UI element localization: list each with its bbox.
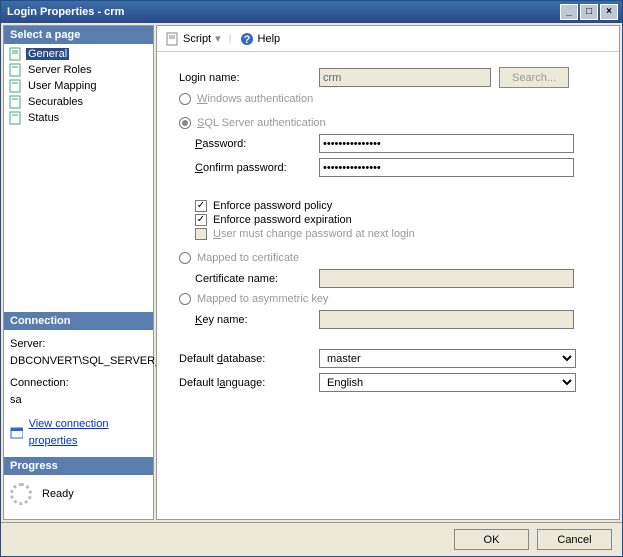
- titlebar[interactable]: Login Properties - crm _ □ ×: [1, 1, 622, 23]
- script-icon: [165, 32, 179, 46]
- server-label: Server:: [10, 336, 147, 353]
- server-value: DBCONVERT\SQL_SERVER_20: [10, 353, 147, 370]
- confirm-password-input[interactable]: [319, 158, 574, 177]
- enforce-expiration-checkbox[interactable]: ✓Enforce password expiration: [195, 214, 605, 226]
- sidebar-item-general[interactable]: General: [4, 46, 153, 62]
- connection-value: sa: [10, 392, 147, 409]
- script-button[interactable]: Script ▾: [161, 30, 225, 48]
- default-database-select[interactable]: master: [319, 349, 576, 368]
- script-label: Script: [183, 33, 211, 45]
- help-button[interactable]: ? Help: [236, 30, 285, 48]
- certificate-name-input: [319, 269, 574, 288]
- sidebar: Select a page General Server Roles User …: [3, 25, 154, 520]
- connection-header: Connection: [4, 312, 153, 330]
- confirm-password-label: Confirm password:: [195, 162, 319, 174]
- properties-icon: [10, 426, 23, 440]
- content-panel: Script ▾ | ? Help Login name: Search...: [156, 25, 620, 520]
- progress-header: Progress: [4, 457, 153, 475]
- mapped-key-radio: Mapped to asymmetric key: [179, 293, 605, 305]
- svg-text:?: ?: [243, 34, 250, 46]
- certificate-name-label: Certificate name:: [195, 273, 319, 285]
- dialog-login-properties: Login Properties - crm _ □ × Select a pa…: [0, 0, 623, 557]
- search-button: Search...: [499, 67, 569, 88]
- help-label: Help: [258, 33, 281, 45]
- windows-auth-radio: WWindows authenticationindows authentica…: [179, 93, 605, 105]
- default-lang-label: Default language:: [179, 377, 319, 389]
- password-label: Password:: [195, 138, 319, 150]
- sidebar-item-server-roles[interactable]: Server Roles: [4, 62, 153, 78]
- key-name-label: Key name:: [195, 314, 319, 326]
- sidebar-item-label: Securables: [26, 96, 85, 108]
- page-icon: [8, 47, 22, 61]
- progress-spinner-icon: [10, 483, 32, 505]
- page-icon: [8, 111, 22, 125]
- login-name-input: [319, 68, 491, 87]
- must-change-checkbox: User must change password at next login: [195, 228, 605, 240]
- default-db-label: Default database:: [179, 353, 319, 365]
- enforce-policy-checkbox[interactable]: ✓Enforce password policy: [195, 200, 605, 212]
- sidebar-item-label: User Mapping: [26, 80, 98, 92]
- progress-status: Ready: [42, 488, 74, 500]
- select-page-header: Select a page: [4, 26, 153, 44]
- view-connection-properties-link[interactable]: View connection properties: [29, 416, 147, 449]
- close-button[interactable]: ×: [600, 4, 618, 20]
- chevron-down-icon: ▾: [215, 32, 221, 45]
- default-language-select[interactable]: English: [319, 373, 576, 392]
- sidebar-item-status[interactable]: Status: [4, 110, 153, 126]
- toolbar: Script ▾ | ? Help: [157, 26, 619, 52]
- page-icon: [8, 79, 22, 93]
- sidebar-item-user-mapping[interactable]: User Mapping: [4, 78, 153, 94]
- sidebar-item-securables[interactable]: Securables: [4, 94, 153, 110]
- mapped-certificate-radio: Mapped to certificate: [179, 252, 605, 264]
- connection-label: Connection:: [10, 375, 147, 392]
- footer: OK Cancel: [1, 522, 622, 556]
- key-name-input: [319, 310, 574, 329]
- sidebar-item-label: Status: [26, 112, 61, 124]
- sql-auth-radio: SQL Server authentication: [179, 117, 605, 129]
- cancel-button[interactable]: Cancel: [537, 529, 612, 550]
- page-icon: [8, 63, 22, 77]
- page-icon: [8, 95, 22, 109]
- ok-button[interactable]: OK: [454, 529, 529, 550]
- help-icon: ?: [240, 32, 254, 46]
- window-title: Login Properties - crm: [5, 6, 558, 18]
- maximize-button[interactable]: □: [580, 4, 598, 20]
- minimize-button[interactable]: _: [560, 4, 578, 20]
- login-name-label: Login name:: [179, 72, 319, 84]
- sidebar-item-label: Server Roles: [26, 64, 94, 76]
- password-input[interactable]: [319, 134, 574, 153]
- sidebar-item-label: General: [26, 48, 69, 60]
